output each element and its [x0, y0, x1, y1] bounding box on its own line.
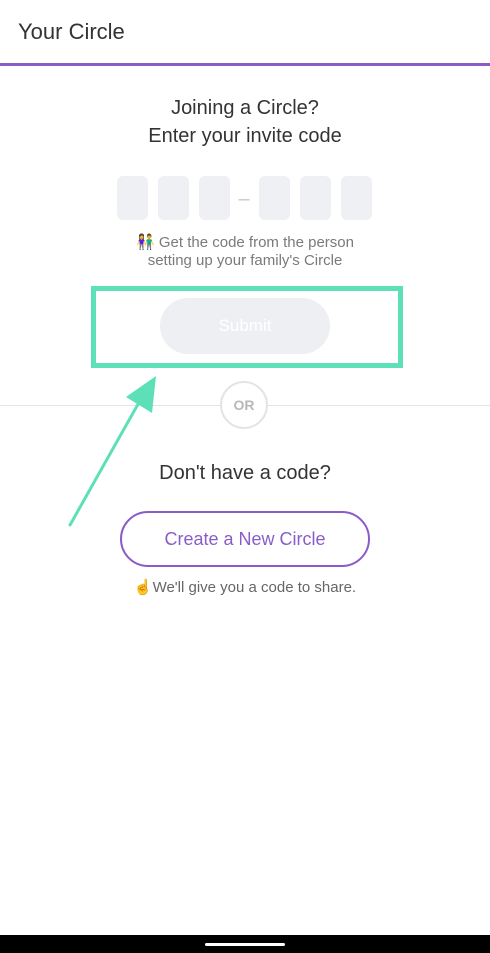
code-digit-1-field[interactable] [117, 176, 148, 220]
no-code-heading: Don't have a code? [159, 462, 331, 484]
create-new-circle-button[interactable]: Create a New Circle [120, 511, 370, 567]
code-digit-5-field[interactable] [300, 176, 331, 220]
code-hint-line2: setting up your family's Circle [147, 252, 343, 269]
code-hint-line1: 👫 Get the code from the person [136, 234, 354, 251]
code-digit-6-field[interactable] [341, 176, 372, 220]
submit-button[interactable]: Submit [160, 298, 330, 354]
home-gesture-handle[interactable] [205, 943, 285, 946]
code-digit-2-field[interactable] [158, 176, 189, 220]
app-bar-divider [0, 63, 490, 66]
code-digit-3-field[interactable] [199, 176, 230, 220]
join-heading: Joining a Circle? [171, 97, 319, 119]
share-code-note: ☝️We'll give you a code to share. [133, 579, 357, 596]
code-digit-4-field[interactable] [259, 176, 290, 220]
code-separator: – [238, 188, 250, 210]
page-title: Your Circle [18, 19, 125, 44]
or-badge: OR [220, 381, 268, 429]
join-subheading: Enter your invite code [148, 125, 342, 147]
app-bar: Your Circle [0, 0, 490, 66]
